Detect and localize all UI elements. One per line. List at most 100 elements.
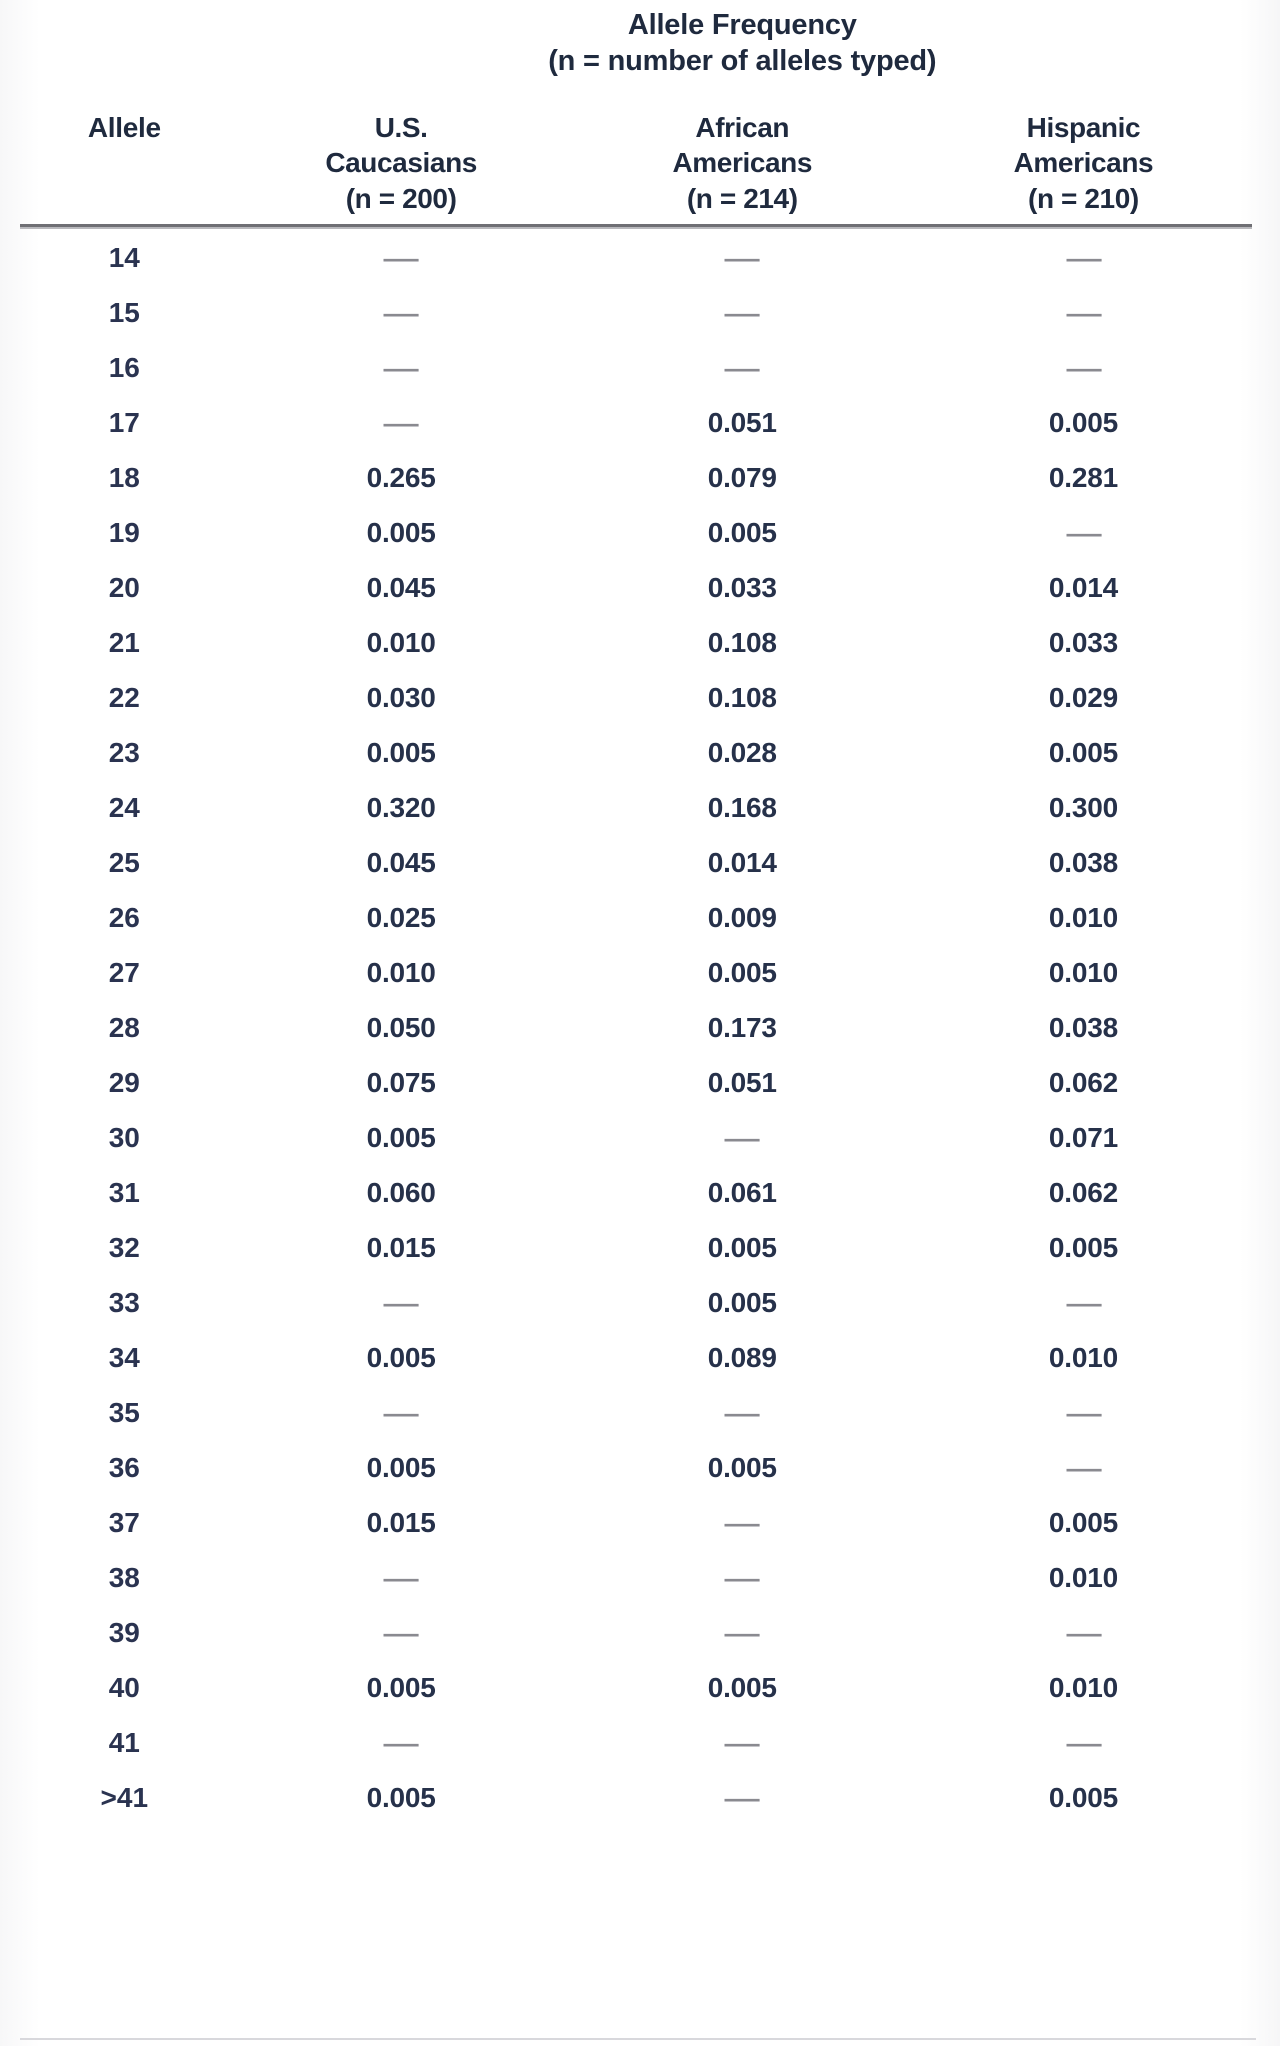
table-row: 20 0.045 0.033 0.014 bbox=[18, 560, 1254, 615]
em-dash-glyph: — bbox=[1065, 517, 1101, 548]
allele-label: 28 bbox=[108, 1011, 140, 1043]
table-row: 19 0.005 0.005 — bbox=[18, 505, 1254, 560]
column-header-us-caucasians-line2: Caucasians bbox=[325, 147, 477, 179]
table-row: 28 0.050 0.173 0.038 bbox=[18, 1000, 1254, 1055]
column-header-us-caucasians-line1: U.S. bbox=[374, 112, 428, 144]
allele-label: 23 bbox=[108, 736, 140, 768]
em-dash-glyph: — bbox=[724, 1122, 760, 1153]
table-row: 26 0.025 0.009 0.010 bbox=[18, 890, 1254, 945]
table-row: >41 0.005 — 0.005 bbox=[18, 1770, 1254, 1825]
table-body: 14 — — — 15 — — — 16 — — — 17 — 0.051 0.005 18 0.265 0.079… bbox=[18, 230, 1254, 1825]
absent-marker: — bbox=[913, 1440, 1254, 1495]
allele-label: 34 bbox=[108, 1341, 140, 1373]
em-dash-glyph: — bbox=[383, 1287, 419, 1318]
allele-label: 17 bbox=[108, 406, 140, 438]
em-dash-glyph: — bbox=[724, 1617, 760, 1648]
absent-marker: — bbox=[231, 1550, 572, 1605]
frequency-value: 0.005 bbox=[366, 1341, 436, 1373]
column-header-african-americans-n: (n = 214) bbox=[686, 183, 798, 215]
frequency-value: 0.025 bbox=[366, 901, 436, 933]
em-dash-glyph: — bbox=[1065, 297, 1101, 328]
absent-marker: — bbox=[913, 230, 1254, 285]
em-dash-glyph: — bbox=[1065, 242, 1101, 273]
allele-label: 14 bbox=[108, 241, 140, 273]
table-row: 25 0.045 0.014 0.038 bbox=[18, 835, 1254, 890]
frequency-value: 0.075 bbox=[366, 1066, 436, 1098]
em-dash-glyph: — bbox=[724, 1397, 760, 1428]
table-row: 18 0.265 0.079 0.281 bbox=[18, 450, 1254, 505]
column-header-row: Allele U.S. Caucasians (n = 200) African… bbox=[18, 80, 1254, 216]
column-header-hispanic-americans-n: (n = 210) bbox=[1028, 183, 1139, 215]
frequency-value: 0.045 bbox=[366, 571, 436, 603]
frequency-value: 0.051 bbox=[707, 1066, 777, 1098]
allele-label: 30 bbox=[108, 1121, 140, 1153]
absent-marker: — bbox=[913, 505, 1254, 560]
table-container: Allele Frequency (n = number of alleles … bbox=[0, 0, 1280, 1825]
table-row: 33 — 0.005 — bbox=[18, 1275, 1254, 1330]
absent-marker: — bbox=[231, 395, 572, 450]
absent-marker: — bbox=[913, 1605, 1254, 1660]
header-rule bbox=[20, 224, 1252, 230]
frequency-value: 0.005 bbox=[366, 1451, 436, 1483]
title-line-2: (n = number of alleles typed) bbox=[548, 45, 937, 78]
frequency-value: 0.014 bbox=[707, 846, 777, 878]
allele-label: 40 bbox=[108, 1671, 140, 1703]
table-row: 35 — — — bbox=[18, 1385, 1254, 1440]
frequency-value: 0.010 bbox=[1048, 1341, 1118, 1373]
em-dash-glyph: — bbox=[724, 1782, 760, 1813]
allele-label: 41 bbox=[108, 1726, 140, 1758]
allele-label: 35 bbox=[108, 1396, 140, 1428]
frequency-value: 0.033 bbox=[707, 571, 777, 603]
em-dash-glyph: — bbox=[724, 1562, 760, 1593]
frequency-value: 0.015 bbox=[366, 1231, 436, 1263]
column-header-us-caucasians-n: (n = 200) bbox=[345, 183, 457, 215]
frequency-value: 0.005 bbox=[707, 1231, 777, 1263]
table-header: Allele Frequency (n = number of alleles … bbox=[18, 0, 1254, 230]
em-dash-glyph: — bbox=[1065, 1727, 1101, 1758]
frequency-value: 0.005 bbox=[366, 516, 436, 548]
frequency-value: 0.168 bbox=[707, 791, 777, 823]
frequency-value: 0.038 bbox=[1048, 846, 1118, 878]
frequency-value: 0.005 bbox=[707, 956, 777, 988]
table-row: 41 — — — bbox=[18, 1715, 1254, 1770]
absent-marker: — bbox=[572, 1605, 913, 1660]
em-dash-glyph: — bbox=[1065, 1397, 1101, 1428]
table-row: 14 — — — bbox=[18, 230, 1254, 285]
allele-label: 16 bbox=[108, 351, 140, 383]
frequency-value: 0.009 bbox=[707, 901, 777, 933]
frequency-value: 0.005 bbox=[707, 1451, 777, 1483]
absent-marker: — bbox=[231, 230, 572, 285]
table-title: Allele Frequency (n = number of alleles … bbox=[231, 0, 1254, 80]
table-row: 36 0.005 0.005 — bbox=[18, 1440, 1254, 1495]
frequency-value: 0.010 bbox=[366, 626, 436, 658]
absent-marker: — bbox=[913, 340, 1254, 395]
absent-marker: — bbox=[572, 285, 913, 340]
frequency-value: 0.173 bbox=[707, 1011, 777, 1043]
column-header-allele: Allele bbox=[18, 80, 231, 216]
frequency-value: 0.005 bbox=[366, 1781, 436, 1813]
em-dash-glyph: — bbox=[724, 242, 760, 273]
table-bottom-rule bbox=[20, 2038, 1256, 2040]
frequency-value: 0.005 bbox=[366, 1121, 436, 1153]
allele-label: 18 bbox=[108, 461, 140, 493]
allele-label: 20 bbox=[108, 571, 140, 603]
table-row: 34 0.005 0.089 0.010 bbox=[18, 1330, 1254, 1385]
table-row: 29 0.075 0.051 0.062 bbox=[18, 1055, 1254, 1110]
frequency-value: 0.045 bbox=[366, 846, 436, 878]
absent-marker: — bbox=[572, 340, 913, 395]
allele-label: 15 bbox=[108, 296, 140, 328]
absent-marker: — bbox=[572, 1110, 913, 1165]
frequency-value: 0.010 bbox=[1048, 1671, 1118, 1703]
absent-marker: — bbox=[572, 230, 913, 285]
em-dash-glyph: — bbox=[383, 242, 419, 273]
frequency-value: 0.108 bbox=[707, 681, 777, 713]
frequency-value: 0.028 bbox=[707, 736, 777, 768]
frequency-value: 0.300 bbox=[1048, 791, 1118, 823]
frequency-value: 0.079 bbox=[707, 461, 777, 493]
absent-marker: — bbox=[231, 1385, 572, 1440]
frequency-value: 0.062 bbox=[1048, 1066, 1118, 1098]
column-header-allele-label: Allele bbox=[87, 112, 161, 144]
frequency-value: 0.038 bbox=[1048, 1011, 1118, 1043]
absent-marker: — bbox=[572, 1550, 913, 1605]
frequency-value: 0.010 bbox=[366, 956, 436, 988]
